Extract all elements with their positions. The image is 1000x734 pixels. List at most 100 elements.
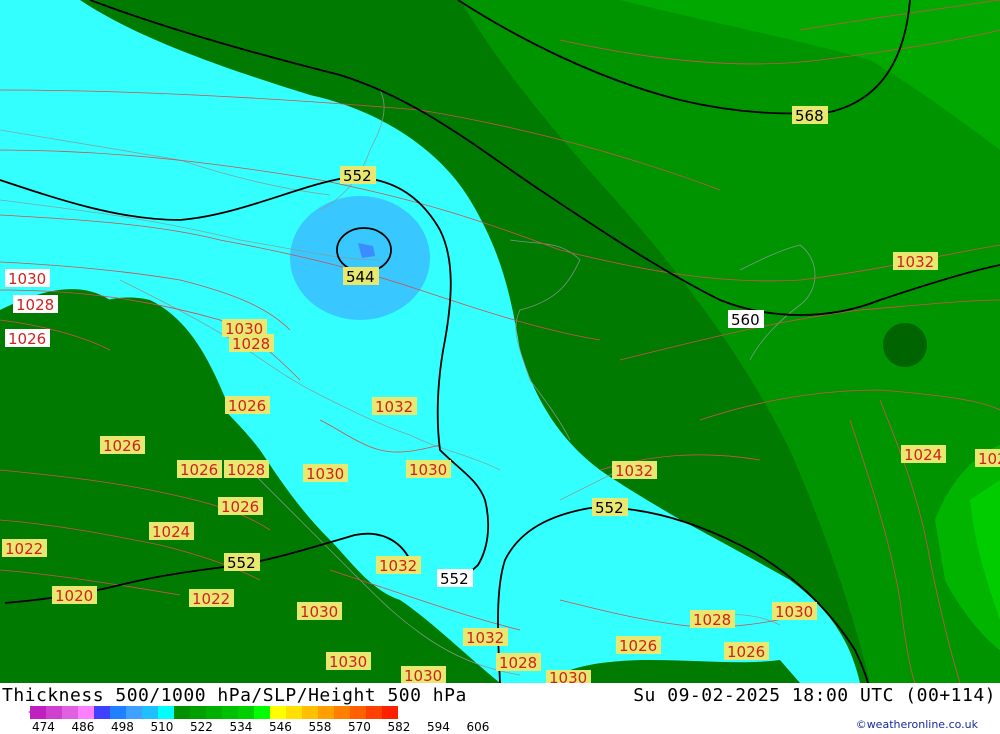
color-swatch (254, 706, 270, 719)
color-scale-ticks: 474 486 498 510 522 534 546 558 570 582 594 606 (0, 720, 520, 734)
slp-label: 1030 (326, 652, 371, 671)
color-scale-tick: 522 (190, 720, 213, 734)
slp-label: 1030 (297, 602, 342, 621)
color-swatch (126, 706, 142, 719)
color-swatch (62, 706, 78, 719)
thickness-blob-dark (883, 323, 927, 367)
height-label-text: 560 (731, 311, 760, 329)
color-swatch (286, 706, 302, 719)
credit-link[interactable]: ©weatheronline.co.uk (856, 718, 978, 731)
height-label-text: 552 (595, 499, 624, 517)
color-scale-tick: 546 (269, 720, 292, 734)
height-label-text: 568 (795, 107, 824, 125)
slp-label-text: 1022 (192, 590, 230, 608)
slp-label: 1030 (401, 666, 446, 683)
slp-label-text: 1028 (232, 335, 270, 353)
height-label-text: 552 (227, 554, 256, 572)
slp-label: 1032 (372, 397, 417, 416)
color-swatch (270, 706, 286, 719)
slp-label: 1022 (189, 589, 234, 608)
color-swatch (334, 706, 350, 719)
slp-label-text: 1030 (409, 461, 447, 479)
color-swatch (366, 706, 382, 719)
slp-label-text: 1030 (775, 603, 813, 621)
valid-time: Su 09-02-2025 18:00 UTC (00+114) (633, 685, 996, 706)
color-swatch (318, 706, 334, 719)
slp-label-text: 1030 (8, 270, 46, 288)
color-scale-tick: 606 (466, 720, 490, 734)
slp-label: 1026 (225, 396, 270, 415)
slp-label-text: 1032 (896, 253, 934, 271)
color-swatch (190, 706, 206, 719)
slp-label: 1026 (5, 329, 50, 348)
slp-label: 1028 (690, 610, 735, 629)
slp-label: 1032 (893, 252, 938, 271)
slp-label: 1026 (616, 636, 661, 655)
map-title: Thickness 500/1000 hPa/SLP/Height 500 hP… (2, 685, 467, 706)
color-swatch (206, 706, 222, 719)
slp-label: 1030 (406, 460, 451, 479)
height-label-text: 552 (343, 167, 372, 185)
slp-label-text: 1024 (978, 450, 1000, 468)
color-swatch (110, 706, 126, 719)
color-scale-tick: 534 (229, 720, 253, 734)
color-swatch (78, 706, 94, 719)
slp-label-text: 1032 (615, 462, 653, 480)
slp-label-text: 1032 (466, 629, 504, 647)
color-swatch (158, 706, 174, 719)
color-scale-tick: 594 (427, 720, 450, 734)
slp-label-text: 1026 (103, 437, 141, 455)
color-scale-tick: 474 (32, 720, 55, 734)
slp-label: 1030 (546, 669, 591, 683)
slp-label: 1028 (13, 295, 58, 314)
slp-label-text: 1028 (227, 461, 265, 479)
color-swatch (238, 706, 254, 719)
slp-label-text: 1028 (693, 611, 731, 629)
color-scale-tick: 570 (348, 720, 371, 734)
slp-label: 1024 (901, 445, 946, 464)
color-swatch (302, 706, 318, 719)
slp-label: 1028 (229, 334, 274, 353)
weather-map: 1030 1028 1026 1030 1028 1026 1032 1026 … (0, 0, 1000, 683)
slp-label-text: 1032 (375, 398, 413, 416)
slp-label: 1032 (463, 628, 508, 647)
height-label-text: 544 (346, 268, 375, 286)
slp-label-text: 1030 (404, 667, 442, 683)
color-swatch (142, 706, 158, 719)
color-scale-tick: 558 (308, 720, 332, 734)
slp-label: 1020 (52, 586, 97, 605)
slp-label-text: 1028 (499, 654, 537, 672)
slp-label: 1024 (149, 522, 194, 541)
slp-label-text: 1030 (300, 603, 338, 621)
slp-label: 1024 (975, 449, 1000, 468)
color-scale (30, 706, 398, 719)
color-scale-tick: 582 (387, 720, 411, 734)
slp-label-text: 1026 (228, 397, 266, 415)
color-swatch (382, 706, 398, 719)
color-scale-tick: 498 (111, 720, 134, 734)
slp-label-text: 1020 (55, 587, 93, 605)
slp-label-text: 1030 (306, 465, 344, 483)
slp-label: 1026 (177, 460, 222, 479)
height-label: 560 (728, 310, 764, 329)
slp-label: 1030 (772, 602, 817, 621)
slp-label: 1032 (612, 461, 657, 480)
slp-label-text: 1026 (8, 330, 46, 348)
height-label: 568 (792, 106, 828, 125)
slp-label-text: 1030 (549, 669, 587, 683)
height-label: 552 (340, 166, 376, 185)
color-swatch (174, 706, 190, 719)
slp-label-text: 1024 (152, 523, 190, 541)
slp-label: 1026 (218, 497, 263, 516)
slp-label: 1022 (2, 539, 47, 558)
thickness-low-blue (290, 196, 430, 320)
color-swatch (30, 706, 46, 719)
slp-label-text: 1026 (727, 643, 765, 661)
color-swatch (222, 706, 238, 719)
height-label-text: 552 (440, 570, 469, 588)
slp-label-text: 1026 (180, 461, 218, 479)
height-label: 552 (437, 569, 473, 588)
slp-label: 1028 (496, 653, 541, 672)
slp-label: 1032 (376, 556, 421, 575)
height-label: 544 (343, 267, 379, 286)
